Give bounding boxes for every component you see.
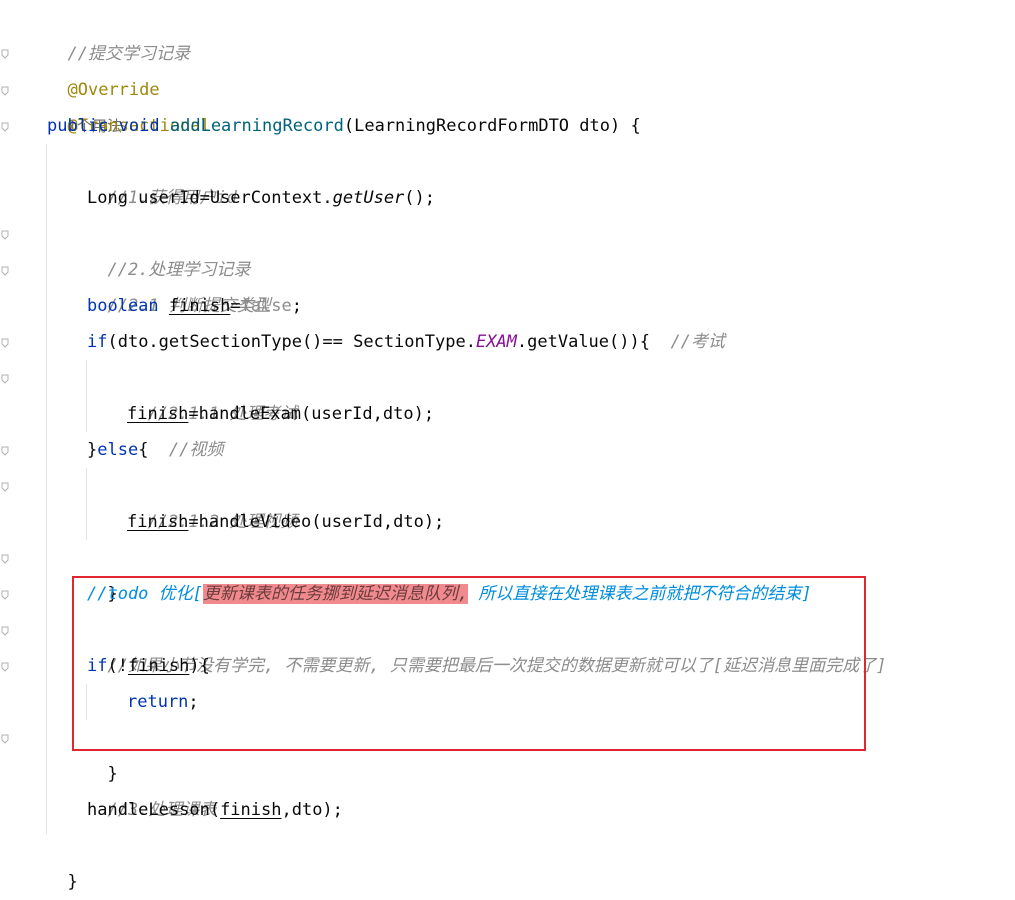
fold-marker-icon[interactable] — [1, 734, 9, 744]
keyword: void — [118, 116, 160, 136]
code-text: ; — [291, 296, 303, 316]
code-line[interactable]: finish=handleVideo(userId,dto); — [127, 504, 444, 540]
enum-constant: EXAM — [475, 332, 517, 352]
fold-marker-icon[interactable] — [1, 554, 9, 564]
code-text: ,dto); — [281, 800, 343, 820]
code-line[interactable]: //2.处理学习记录 — [87, 216, 250, 280]
fold-marker-icon[interactable] — [1, 626, 9, 636]
code-line[interactable]: if(dto.getSectionType()== SectionType.EX… — [87, 324, 725, 360]
code-line[interactable]: finish=handleExam(userId,dto); — [127, 396, 434, 432]
code-line[interactable]: @Override 1个用法 — [47, 36, 159, 135]
code-line[interactable]: //1.获得用户id — [87, 144, 236, 208]
variable: finish — [168, 296, 231, 316]
code-line[interactable]: handleLesson(finish,dto); — [87, 792, 343, 828]
code-text: = — [230, 296, 241, 316]
indent-guide — [46, 144, 47, 834]
variable: finish — [220, 800, 282, 820]
keyword: public — [47, 116, 109, 136]
keyword: if — [87, 332, 108, 352]
code-line[interactable]: //2.1.2 处理视频 — [127, 468, 297, 532]
keyword: else — [97, 440, 139, 460]
fold-marker-icon[interactable] — [1, 86, 9, 96]
fold-marker-icon[interactable] — [1, 230, 9, 240]
fold-marker-icon[interactable] — [1, 662, 9, 672]
indent-guide — [86, 468, 87, 540]
code-text: } — [87, 440, 98, 460]
fold-marker-icon[interactable] — [1, 338, 9, 348]
variable: finish — [127, 404, 189, 424]
code-line[interactable]: public void addLearningRecord(LearningRe… — [47, 108, 641, 144]
fold-marker-icon[interactable] — [1, 374, 9, 384]
code-line[interactable]: //3.处理课表 — [87, 756, 216, 820]
code-line[interactable]: @Transactional — [47, 72, 210, 136]
comment: //考试 — [670, 332, 725, 352]
code-text: (); — [404, 188, 436, 208]
code-line[interactable]: //2.1 判断提交类型 — [87, 252, 270, 316]
fold-marker-icon[interactable] — [1, 446, 9, 456]
code-text: } — [67, 872, 78, 892]
code-line[interactable]: //提交学习记录 — [47, 0, 189, 64]
variable: finish — [127, 512, 189, 532]
code-line[interactable]: boolean finish=false; — [87, 288, 302, 324]
code-line[interactable]: //2.1.1 处理考试 — [127, 360, 297, 424]
code-line[interactable]: }else{ //视频 — [87, 432, 223, 468]
literal: false — [240, 296, 292, 316]
fold-marker-icon[interactable] — [1, 122, 9, 132]
fold-marker-icon[interactable] — [1, 266, 9, 276]
fold-marker-icon[interactable] — [1, 482, 9, 492]
static-method: getUser — [332, 188, 405, 208]
code-text: (dto.getSectionType()== SectionType. — [107, 332, 476, 352]
comment: //视频 — [168, 440, 224, 460]
fold-marker-icon[interactable] — [1, 590, 9, 600]
code-text: (LearningRecordFormDTO dto) { — [343, 116, 641, 136]
code-text: .getValue()){ — [516, 332, 671, 352]
method-name: addLearningRecord — [169, 116, 344, 136]
code-text: =handleExam(userId,dto); — [188, 404, 435, 424]
code-line[interactable]: Long userId=UserContext.getUser(); — [87, 180, 435, 216]
code-text: { — [138, 440, 169, 460]
keyword: boolean — [87, 296, 159, 316]
editor-gutter — [0, 0, 20, 889]
code-text: handleLesson( — [87, 800, 221, 820]
indent-guide — [86, 360, 87, 432]
code-text: Long userId=UserContext. — [87, 188, 333, 208]
annotation-highlight-box — [72, 576, 866, 751]
code-line[interactable]: } — [47, 828, 77, 892]
code-line[interactable]: } — [87, 540, 117, 604]
code-text: =handleVideo(userId,dto); — [188, 512, 445, 532]
fold-marker-icon[interactable] — [1, 49, 9, 59]
